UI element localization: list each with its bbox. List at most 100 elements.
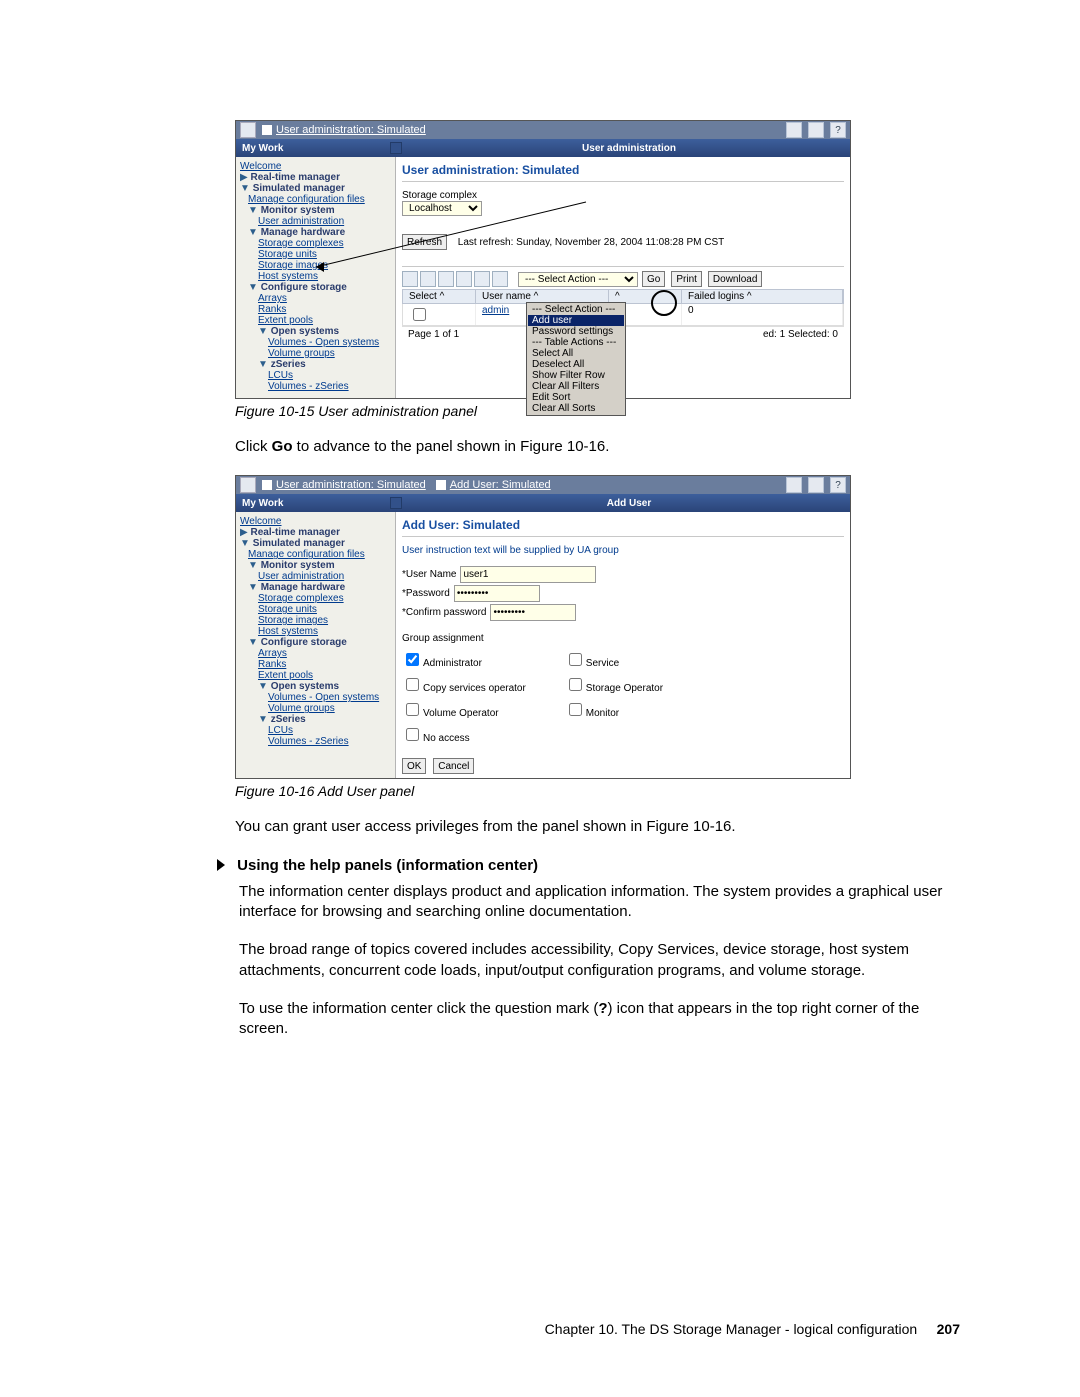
- nav-realtime[interactable]: Real-time manager: [250, 172, 339, 183]
- go-button[interactable]: Go: [642, 271, 665, 287]
- help-icon[interactable]: ?: [830, 477, 846, 493]
- nav-vol-open[interactable]: Volumes - Open systems: [268, 692, 379, 703]
- refresh-button[interactable]: Refresh: [402, 234, 447, 250]
- breadcrumb-user-admin[interactable]: User administration: Simulated: [276, 479, 426, 491]
- row-checkbox[interactable]: [413, 308, 426, 321]
- nav-storage-images[interactable]: Storage images: [258, 615, 328, 626]
- nav-configure-storage[interactable]: Configure storage: [261, 282, 347, 293]
- confirm-password-label: *Confirm password: [402, 607, 486, 618]
- tool-icon-6[interactable]: [492, 271, 508, 287]
- nav-manage-config[interactable]: Manage configuration files: [248, 194, 365, 205]
- storage-complex-label: Storage complex: [402, 190, 844, 201]
- download-button[interactable]: Download: [708, 271, 762, 287]
- nav-vol-groups[interactable]: Volume groups: [268, 703, 335, 714]
- nav-storage-images[interactable]: Storage images: [258, 260, 328, 271]
- nav-extent-pools[interactable]: Extent pools: [258, 315, 313, 326]
- group-assignment-label: Group assignment: [402, 633, 844, 644]
- nav-storage-complexes[interactable]: Storage complexes: [258, 238, 344, 249]
- nav-simulated[interactable]: Simulated manager: [253, 183, 345, 194]
- nav-storage-units[interactable]: Storage units: [258, 249, 317, 260]
- nav-host-systems[interactable]: Host systems: [258, 271, 318, 282]
- nav-lcus[interactable]: LCUs: [268, 370, 293, 381]
- nav-user-admin[interactable]: User administration: [258, 216, 344, 227]
- window-icon: [240, 122, 256, 138]
- dd-deselect-all[interactable]: Deselect All: [528, 359, 624, 370]
- dd-table-actions: --- Table Actions ---: [528, 337, 624, 348]
- nav-zseries[interactable]: zSeries: [271, 359, 306, 370]
- tool-icon-3[interactable]: [438, 271, 454, 287]
- print-button[interactable]: Print: [671, 271, 702, 287]
- chk-volume-operator[interactable]: [406, 703, 419, 716]
- nav-zseries[interactable]: zSeries: [271, 714, 306, 725]
- ok-button[interactable]: OK: [402, 758, 426, 774]
- chk-monitor[interactable]: [569, 703, 582, 716]
- nav-lcus[interactable]: LCUs: [268, 725, 293, 736]
- nav-simulated[interactable]: Simulated manager: [253, 538, 345, 549]
- username-input[interactable]: [460, 566, 596, 583]
- nav-welcome[interactable]: Welcome: [240, 516, 282, 527]
- chk-no-access[interactable]: [406, 728, 419, 741]
- nav-open-systems[interactable]: Open systems: [271, 326, 339, 337]
- chk-copy-services[interactable]: [406, 678, 419, 691]
- nav-manage-hw[interactable]: Manage hardware: [261, 227, 345, 238]
- nav-extent-pools[interactable]: Extent pools: [258, 670, 313, 681]
- nav-arrays[interactable]: Arrays: [258, 648, 287, 659]
- dd-clear-filters[interactable]: Clear All Filters: [528, 381, 624, 392]
- paragraph-click-go: Click Go to advance to the panel shown i…: [235, 437, 960, 457]
- storage-complex-select[interactable]: Localhost: [402, 201, 482, 216]
- dd-show-filter[interactable]: Show Filter Row: [528, 370, 624, 381]
- dd-clear-sorts[interactable]: Clear All Sorts: [528, 403, 624, 414]
- nav-ranks[interactable]: Ranks: [258, 659, 286, 670]
- nav-ranks[interactable]: Ranks: [258, 304, 286, 315]
- nav-storage-complexes[interactable]: Storage complexes: [258, 593, 344, 604]
- nav-realtime[interactable]: Real-time manager: [250, 527, 339, 538]
- confirm-password-input[interactable]: [490, 604, 576, 621]
- window-icon: [240, 477, 256, 493]
- nav-vol-zseries[interactable]: Volumes - zSeries: [268, 736, 349, 747]
- nav-monitor[interactable]: Monitor system: [261, 205, 335, 216]
- nav-monitor[interactable]: Monitor system: [261, 560, 335, 571]
- chk-storage-operator[interactable]: [569, 678, 582, 691]
- tool-icon-4[interactable]: [456, 271, 472, 287]
- dd-password-settings[interactable]: Password settings: [528, 326, 624, 337]
- col-select[interactable]: Select ^: [403, 290, 476, 303]
- collapse-icon[interactable]: [390, 497, 402, 509]
- nav-vol-groups[interactable]: Volume groups: [268, 348, 335, 359]
- tool-icon-1[interactable]: [402, 271, 418, 287]
- dd-edit-sort[interactable]: Edit Sort: [528, 392, 624, 403]
- breadcrumb-add-user[interactable]: Add User: Simulated: [450, 479, 551, 491]
- dd-add-user[interactable]: Add user: [528, 315, 624, 326]
- nav-user-admin[interactable]: User administration: [258, 571, 344, 582]
- nav-manage-config[interactable]: Manage configuration files: [248, 549, 365, 560]
- sidebar-nav: Welcome ▶ Real-time manager ▼ Simulated …: [236, 157, 396, 398]
- nav-manage-hw[interactable]: Manage hardware: [261, 582, 345, 593]
- nav-vol-zseries[interactable]: Volumes - zSeries: [268, 381, 349, 392]
- paragraph-grant-access: You can grant user access privileges fro…: [235, 817, 960, 837]
- password-input[interactable]: [454, 585, 540, 602]
- action-dropdown-menu[interactable]: --- Select Action --- Add user Password …: [526, 302, 626, 416]
- chk-administrator[interactable]: [406, 653, 419, 666]
- nav-configure-storage[interactable]: Configure storage: [261, 637, 347, 648]
- nav-vol-open[interactable]: Volumes - Open systems: [268, 337, 379, 348]
- collapse-icon[interactable]: [390, 142, 402, 154]
- col-failed[interactable]: Failed logins ^: [682, 290, 843, 303]
- crumb-box-icon: [436, 480, 446, 490]
- lbl-no-access: No access: [423, 733, 470, 744]
- breadcrumb-user-admin[interactable]: User administration: Simulated: [276, 124, 426, 136]
- tool-icon-5[interactable]: [474, 271, 490, 287]
- cancel-button[interactable]: Cancel: [433, 758, 474, 774]
- help-icon[interactable]: ?: [830, 122, 846, 138]
- minimize-icon[interactable]: [786, 122, 802, 138]
- chk-service[interactable]: [569, 653, 582, 666]
- nav-storage-units[interactable]: Storage units: [258, 604, 317, 615]
- nav-host-systems[interactable]: Host systems: [258, 626, 318, 637]
- nav-arrays[interactable]: Arrays: [258, 293, 287, 304]
- tool-icon-2[interactable]: [420, 271, 436, 287]
- nav-welcome[interactable]: Welcome: [240, 161, 282, 172]
- dd-select-all[interactable]: Select All: [528, 348, 624, 359]
- restore-icon[interactable]: [808, 477, 824, 493]
- minimize-icon[interactable]: [786, 477, 802, 493]
- action-select[interactable]: --- Select Action ---: [518, 272, 638, 287]
- restore-icon[interactable]: [808, 122, 824, 138]
- nav-open-systems[interactable]: Open systems: [271, 681, 339, 692]
